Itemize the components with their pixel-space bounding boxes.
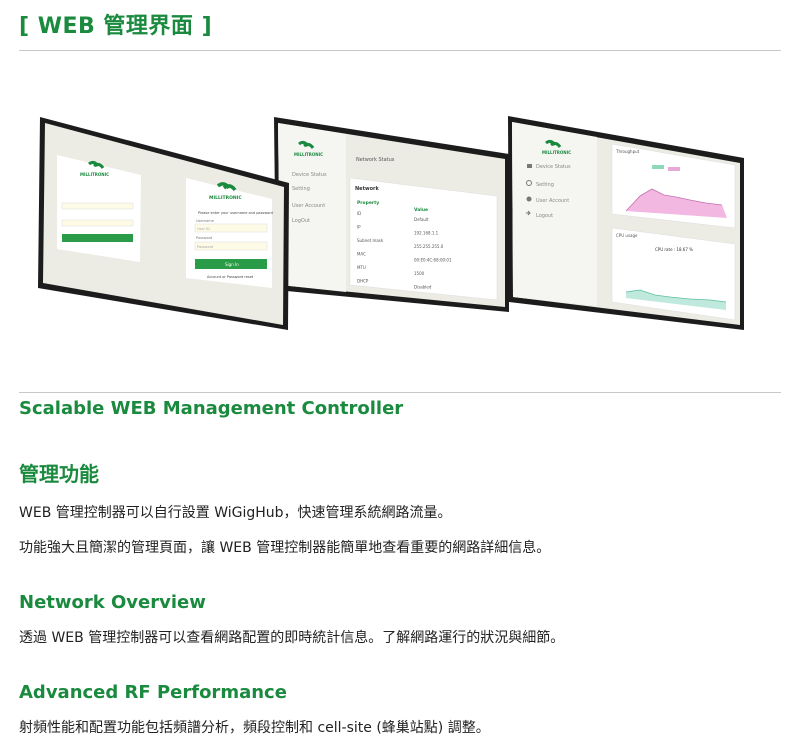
user-icon bbox=[526, 196, 532, 202]
password-placeholder: Password bbox=[197, 245, 213, 249]
col-value: Value bbox=[414, 207, 428, 213]
dashboard-logo: MILLITRONIC bbox=[542, 150, 571, 155]
mgmt-title: 管理功能 bbox=[19, 462, 99, 486]
table-row-value: 1500 bbox=[414, 271, 425, 276]
dash-nav-device-status[interactable]: Device Status bbox=[536, 164, 571, 170]
table-row-property: DHCP bbox=[357, 279, 369, 284]
mgmt-line-1: WEB 管理控制器可以自行設置 WiGigHub，快速管理系統網路流量。 bbox=[19, 505, 452, 521]
status-nav-logout[interactable]: LogOut bbox=[292, 218, 310, 224]
dash-nav-logout[interactable]: Logout bbox=[536, 213, 553, 219]
password-label: Password bbox=[196, 236, 212, 240]
rf-title: Advanced RF Performance bbox=[19, 682, 287, 703]
legend-send bbox=[652, 165, 664, 169]
network-title: Network Overview bbox=[19, 592, 206, 613]
col-property: Property bbox=[357, 200, 379, 206]
username-placeholder: User ID bbox=[197, 227, 210, 231]
mgmt-line-2: 功能強大且簡潔的管理頁面，讓 WEB 管理控制器能簡單地查看重要的網路詳細信息。 bbox=[19, 540, 551, 556]
login-prompt: Please enter your username and password bbox=[198, 211, 273, 215]
table-row-property: MTU bbox=[357, 265, 366, 270]
table-row-property: IP bbox=[357, 225, 361, 230]
legend-receive bbox=[668, 167, 680, 171]
network-card-title: Network bbox=[355, 186, 379, 192]
status-nav-setting[interactable]: Setting bbox=[292, 186, 310, 192]
subtitle: Scalable WEB Management Controller bbox=[19, 398, 404, 419]
cpu-rate-label: CPU rate : 18.67 % bbox=[655, 247, 693, 252]
status-topbar-title: Network Status bbox=[356, 157, 395, 163]
signin-label: Sign In bbox=[225, 262, 239, 267]
device-status-icon bbox=[527, 164, 532, 168]
table-row-value: 192.168.1.1 bbox=[414, 231, 439, 236]
cpu-title: CPU usage bbox=[616, 233, 638, 238]
hero-illustration: MILLITRONIC Device Status Setting User A… bbox=[38, 116, 744, 330]
status-logo: MILLITRONIC bbox=[294, 152, 323, 157]
status-nav-user-account[interactable]: User Account bbox=[292, 203, 325, 209]
status-nav-device-status[interactable]: Device Status bbox=[292, 172, 327, 178]
username-label: Username bbox=[196, 219, 214, 223]
hero-divider bbox=[19, 392, 781, 393]
status-screen: MILLITRONIC Device Status Setting User A… bbox=[274, 117, 509, 312]
rf-line: 射頻性能和配置功能包括頻譜分析，頻段控制和 cell-site (蜂巢站點) 調… bbox=[19, 720, 490, 736]
dashboard-screen: MILLITRONIC Device Status Setting User A… bbox=[508, 116, 744, 330]
dash-nav-user-account[interactable]: User Account bbox=[536, 198, 569, 204]
login-logo: MILLITRONIC bbox=[209, 195, 242, 201]
dash-nav-setting[interactable]: Setting bbox=[536, 182, 554, 188]
network-line: 透過 WEB 管理控制器可以查看網路配置的即時統計信息。了解網路運行的狀況與細節… bbox=[19, 630, 565, 646]
login-footer[interactable]: Account or Password reset bbox=[207, 275, 254, 279]
page-title: [ WEB 管理界面 ] bbox=[19, 14, 213, 39]
svg-text:MILLITRONIC: MILLITRONIC bbox=[80, 172, 109, 177]
table-row-property: ID bbox=[357, 211, 361, 216]
table-row-value: 255.255.255.0 bbox=[414, 244, 444, 249]
table-row-value: Default bbox=[414, 217, 429, 222]
login-screen: MILLITRONIC MILLITRONIC Please enter you… bbox=[38, 117, 289, 330]
table-row-value: 00:E0:4C:68:00:01 bbox=[414, 258, 452, 263]
header-divider bbox=[19, 50, 781, 51]
table-row-property: MAC bbox=[357, 252, 366, 257]
throughput-title: Throughput bbox=[615, 149, 640, 154]
table-row-property: Subnet mask bbox=[357, 238, 384, 243]
table-row-value: Disabled bbox=[414, 285, 432, 290]
